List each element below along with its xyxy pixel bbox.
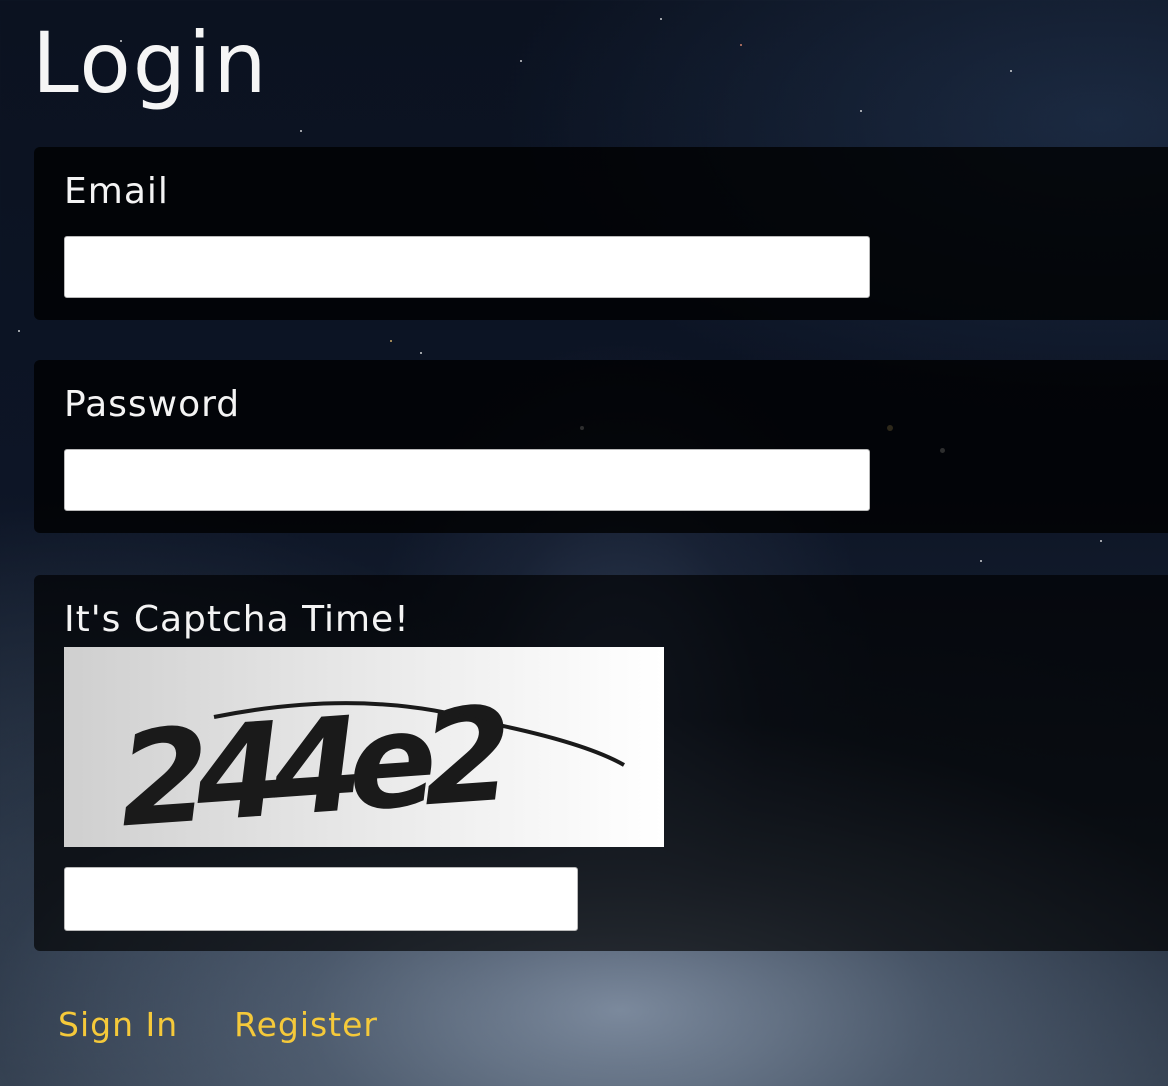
captcha-field-group: It's Captcha Time! 244e2 [34, 575, 1168, 951]
register-link[interactable]: Register [234, 1005, 378, 1044]
form-actions: Sign In Register [58, 1005, 378, 1044]
captcha-image: 244e2 [64, 647, 664, 847]
password-label: Password [64, 384, 241, 425]
sign-in-link[interactable]: Sign In [58, 1005, 178, 1044]
email-field-group: Email [34, 147, 1168, 320]
captcha-label: It's Captcha Time! [64, 599, 410, 640]
email-label: Email [64, 171, 169, 212]
page-title: Login [32, 14, 269, 112]
password-input[interactable] [64, 449, 870, 511]
password-field-group: Password [34, 360, 1168, 533]
email-input[interactable] [64, 236, 870, 298]
captcha-input[interactable] [64, 867, 578, 931]
